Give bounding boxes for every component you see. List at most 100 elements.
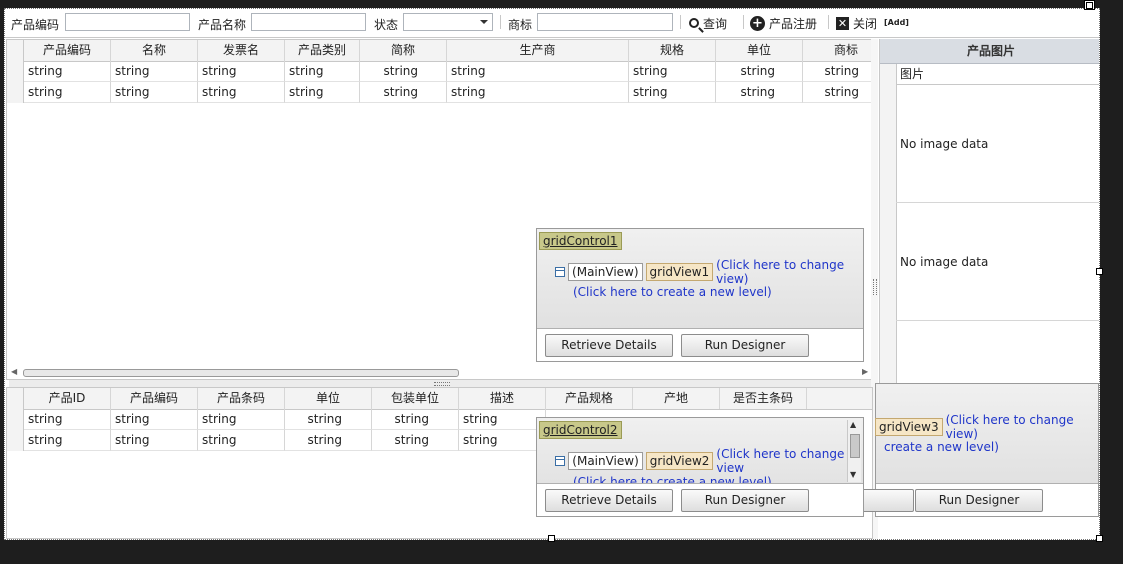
table-cell[interactable]: string [24, 409, 111, 430]
resize-handle[interactable] [1096, 268, 1103, 275]
horizontal-scrollbar[interactable]: ◀ ▶ [11, 366, 869, 378]
table-cell[interactable]: string [198, 61, 285, 82]
query-button-label: 查询 [703, 16, 728, 31]
scrollbar-thumb[interactable] [850, 434, 860, 458]
view-selector: (MainView) gridView2 (Click here to chan… [555, 447, 863, 475]
run-designer-button[interactable]: Run Designer [681, 334, 809, 357]
view-selector: (MainView) gridView1 (Click here to chan… [555, 258, 863, 286]
change-view-link[interactable]: (Click here to change view [716, 447, 863, 475]
create-level-link[interactable]: create a new level) [884, 440, 999, 454]
register-product-button[interactable]: + 产品注册 [750, 14, 817, 32]
table-cell[interactable]: string [111, 82, 198, 103]
grid-designer-2: gridControl2 (MainView) gridView2 (Click… [536, 417, 864, 517]
table-cell[interactable]: string [459, 430, 546, 451]
column-header[interactable]: 产品类别 [285, 40, 360, 61]
table-cell[interactable]: string [447, 61, 629, 82]
scroll-down-icon[interactable]: ▼ [850, 470, 856, 479]
row-indicator [7, 409, 24, 430]
vertical-scrollbar[interactable]: ▲ ▼ [847, 420, 861, 482]
table-cell[interactable]: string [285, 82, 360, 103]
table-cell[interactable]: string [24, 430, 111, 451]
column-header[interactable]: 名称 [111, 40, 198, 61]
main-view-tag: (MainView) [568, 452, 643, 470]
table-cell[interactable]: string [360, 82, 447, 103]
scroll-up-icon[interactable]: ▲ [850, 420, 856, 429]
table-cell[interactable]: string [716, 61, 803, 82]
grid-view-tag[interactable]: gridView3 [875, 418, 943, 436]
image-column-header[interactable]: 图片 [896, 64, 1099, 85]
run-designer-button[interactable]: Run Designer [915, 489, 1043, 512]
column-header[interactable]: 包装单位 [372, 388, 459, 409]
resize-handle[interactable] [1096, 535, 1103, 542]
toolbar-divider [500, 15, 501, 29]
table-cell[interactable]: string [285, 409, 372, 430]
column-header[interactable]: 单位 [285, 388, 372, 409]
table-row[interactable]: string string string string string strin… [7, 82, 872, 103]
column-header[interactable]: 简称 [360, 40, 447, 61]
column-header[interactable]: 产品编码 [24, 40, 111, 61]
table-cell[interactable]: string [111, 61, 198, 82]
table-cell[interactable]: string [803, 82, 872, 103]
column-header[interactable]: 是否主条码 [720, 388, 807, 409]
image-cell[interactable]: No image data [896, 203, 1099, 321]
product-name-input[interactable] [251, 13, 366, 31]
status-select[interactable] [403, 13, 493, 31]
horizontal-splitter[interactable] [9, 380, 875, 387]
table-cell[interactable]: string [360, 61, 447, 82]
column-header[interactable]: 规格 [629, 40, 716, 61]
table-cell[interactable]: string [629, 82, 716, 103]
grid-control-tag[interactable]: gridControl1 [539, 232, 622, 250]
resize-handle[interactable] [548, 535, 555, 542]
run-designer-button[interactable]: Run Designer [681, 489, 809, 512]
table-row[interactable]: string string string string string strin… [7, 61, 872, 82]
table-cell[interactable]: string [198, 409, 285, 430]
column-header[interactable]: 商标 [803, 40, 872, 61]
column-header[interactable]: 产品条码 [198, 388, 285, 409]
table-cell[interactable]: string [24, 82, 111, 103]
table-cell[interactable]: string [629, 61, 716, 82]
table-cell[interactable]: string [447, 82, 629, 103]
scrollbar-thumb[interactable] [23, 369, 459, 377]
table-cell[interactable]: string [285, 61, 360, 82]
resize-handle[interactable] [1086, 2, 1093, 9]
table-cell[interactable]: string [459, 409, 546, 430]
grid-view-tag[interactable]: gridView1 [645, 263, 714, 281]
change-view-link[interactable]: (Click here to change view) [716, 258, 863, 286]
grid-view-tag[interactable]: gridView2 [645, 452, 714, 470]
column-header[interactable]: 描述 [459, 388, 546, 409]
grid-designer-3: gridView3 (Click here to change view) cr… [786, 383, 1099, 517]
table-cell[interactable]: string [716, 82, 803, 103]
image-cell[interactable]: No image data [896, 85, 1099, 203]
column-header[interactable]: 产地 [633, 388, 720, 409]
create-level-link[interactable]: (Click here to create a new level) [573, 285, 772, 299]
table-cell[interactable]: string [372, 409, 459, 430]
column-header[interactable]: 发票名 [198, 40, 285, 61]
column-header[interactable]: 单位 [716, 40, 803, 61]
add-toolbar-item[interactable]: [Add] [884, 18, 909, 27]
grid-control-tag[interactable]: gridControl2 [539, 421, 622, 439]
scroll-left-icon[interactable]: ◀ [11, 367, 17, 376]
scroll-right-icon[interactable]: ▶ [862, 367, 868, 376]
query-button[interactable]: 查询 [689, 14, 727, 32]
table-cell[interactable]: string [198, 430, 285, 451]
table-cell[interactable]: string [111, 409, 198, 430]
brand-input[interactable] [537, 13, 673, 31]
grid-designer-1: gridControl1 (MainView) gridView1 (Click… [536, 228, 864, 362]
column-header[interactable]: 产品ID [24, 388, 111, 409]
table-cell[interactable]: string [24, 61, 111, 82]
table-cell[interactable]: string [803, 61, 872, 82]
designer-button-bar: ls Run Designer [786, 483, 1098, 516]
close-button[interactable]: ✕ 关闭 [836, 14, 877, 32]
column-header[interactable]: 产品编码 [111, 388, 198, 409]
product-code-input[interactable] [65, 13, 190, 31]
table-cell[interactable]: string [285, 430, 372, 451]
retrieve-details-button[interactable]: Retrieve Details [545, 489, 673, 512]
change-view-link[interactable]: (Click here to change view) [946, 413, 1098, 441]
table-cell[interactable]: string [372, 430, 459, 451]
column-header[interactable]: 生产商 [447, 40, 629, 61]
table-cell[interactable]: string [198, 82, 285, 103]
retrieve-details-button[interactable]: Retrieve Details [545, 334, 673, 357]
column-header[interactable]: 产品规格 [546, 388, 633, 409]
table-cell[interactable]: string [111, 430, 198, 451]
row-indicator-column [880, 64, 897, 394]
